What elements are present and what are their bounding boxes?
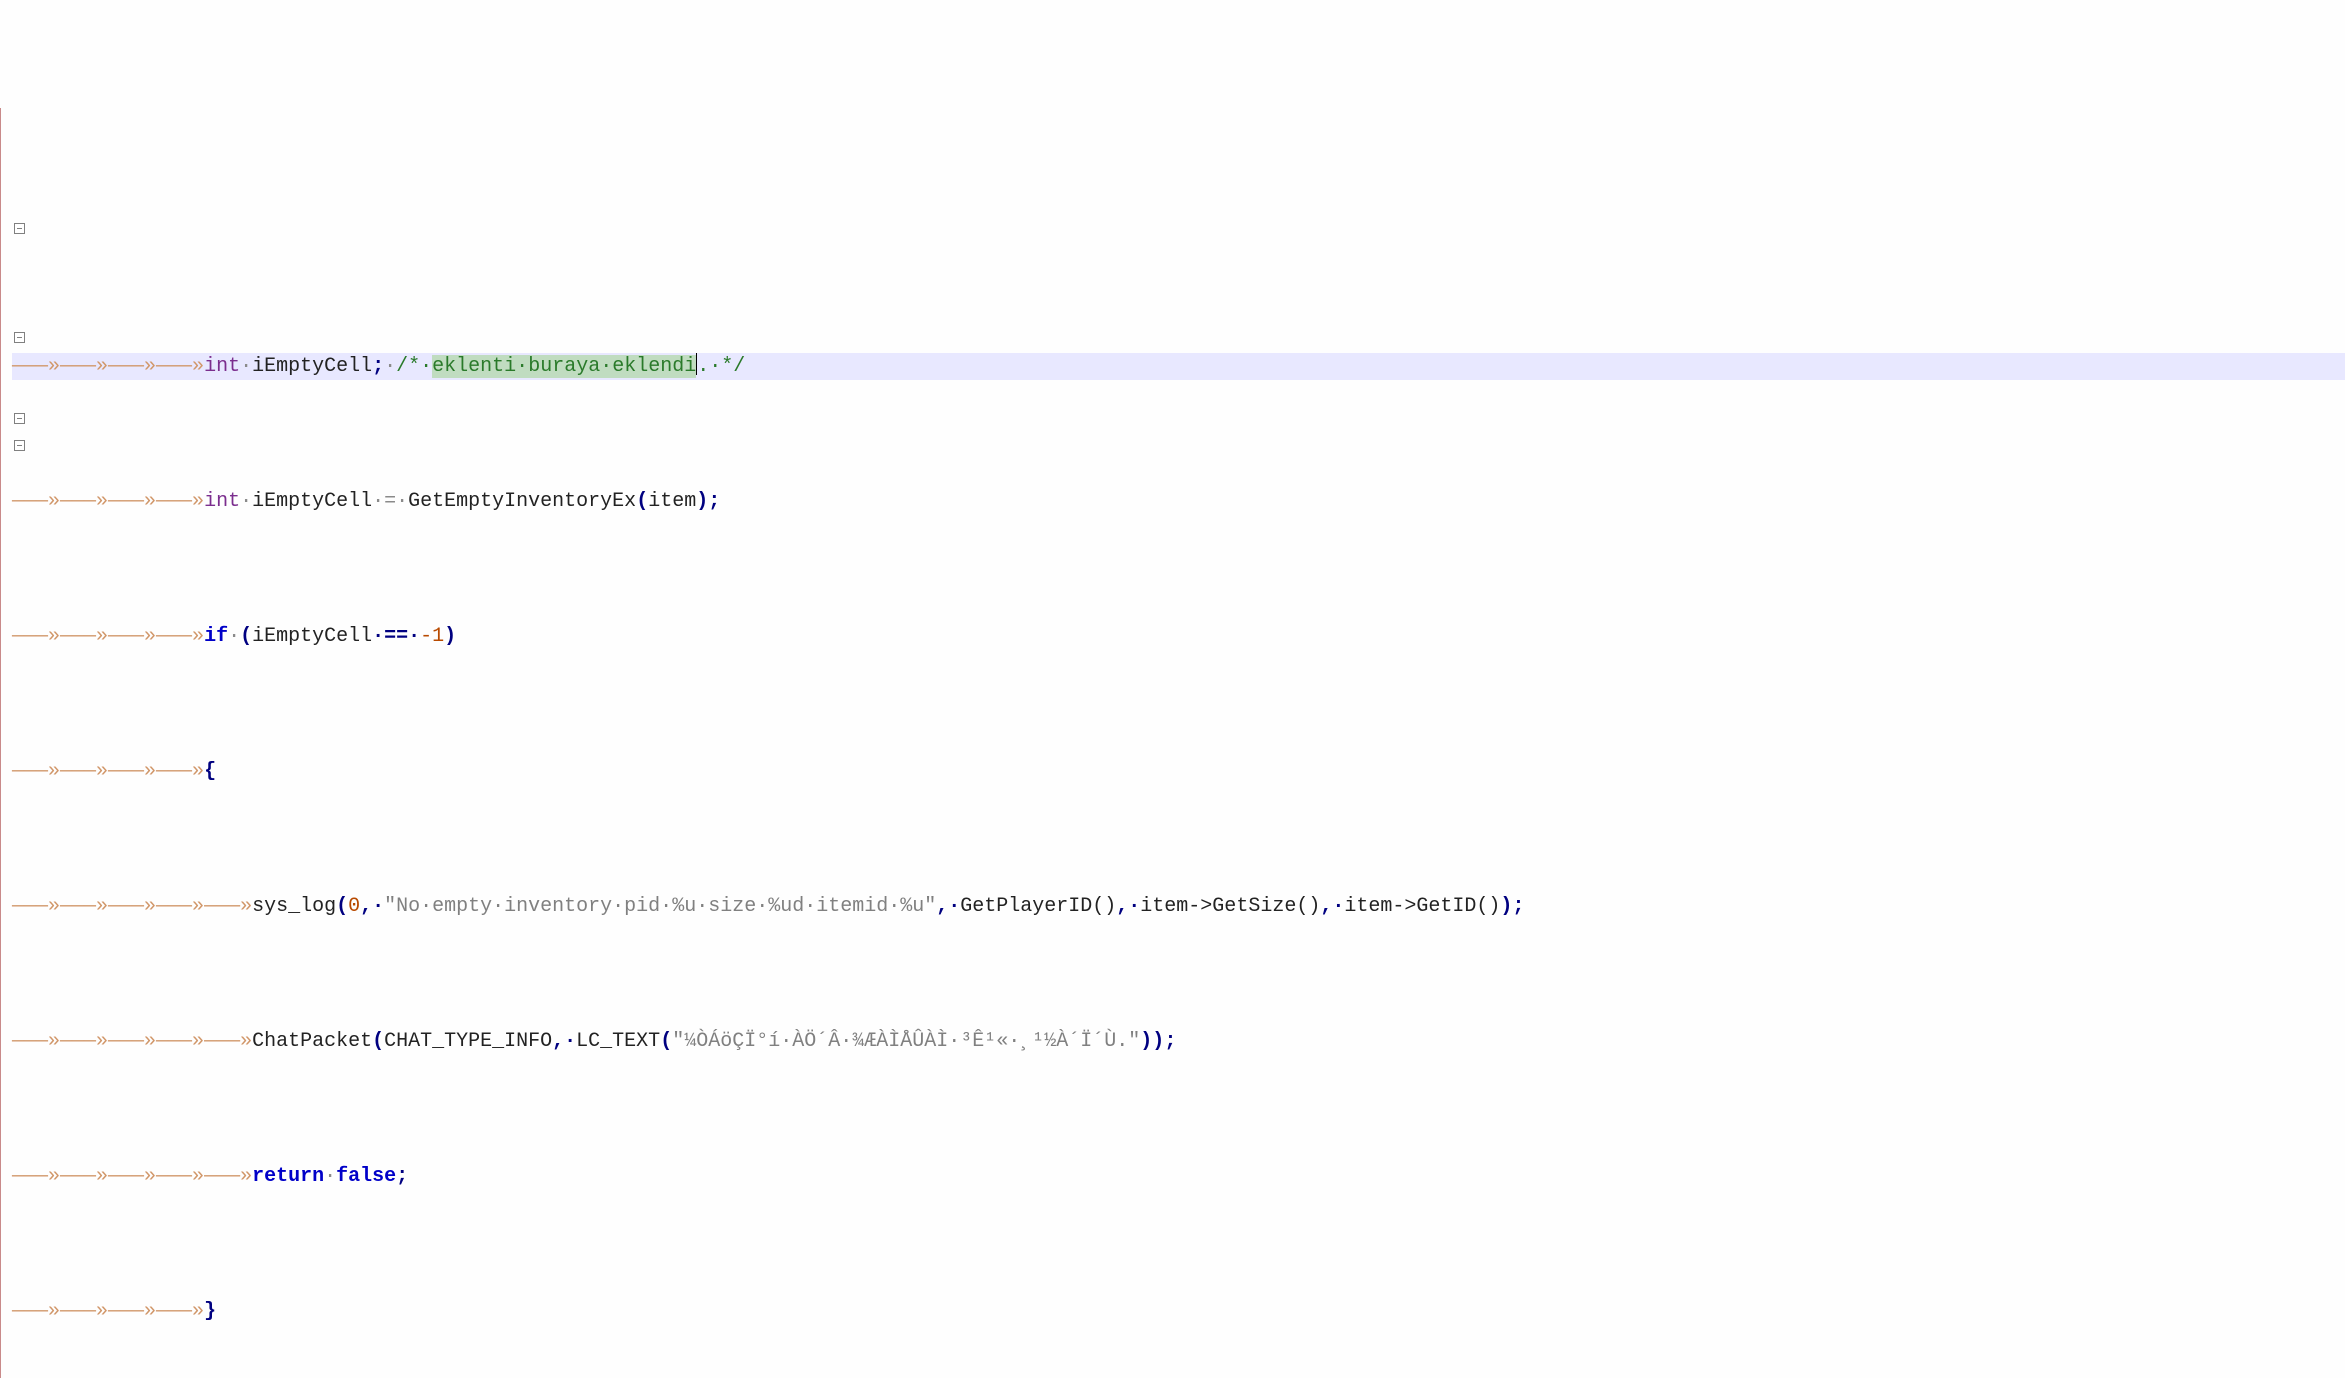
code-line[interactable]: ———»———»———»———»if·(iEmptyCell·==·-1) [12,623,2345,650]
code-line[interactable]: ———»———»———»———»int·iEmptyCell;·/*·eklen… [12,353,2345,380]
comment: /*·eklenti·buraya·eklendi.·*/ [396,355,745,378]
selection: eklenti·buraya·eklendi [432,355,696,378]
code-line[interactable]: ———»———»———»———»{ [12,758,2345,785]
fold-icon[interactable] [14,223,25,234]
string-literal: "¼ÒÁöÇÏ°í·ÀÖ´Â·¾ÆÀÌÅÛÀÌ·³Ê¹«·¸¹½À´Ï´Ù." [672,1030,1140,1053]
fold-icon[interactable] [14,440,25,451]
identifier: iEmptyCell [252,355,372,378]
code-editor[interactable]: ———»———»———»———»int·iEmptyCell;·/*·eklen… [0,108,2345,1378]
code-line[interactable]: ———»———»———»———»———»sys_log(0,·"No·empty… [12,893,2345,920]
fold-icon[interactable] [14,413,25,424]
type-keyword: int [204,355,240,378]
code-line[interactable]: ———»———»———»———»} [12,1298,2345,1325]
code-line[interactable]: ———»———»———»———»int·iEmptyCell·=·GetEmpt… [12,488,2345,515]
code-line[interactable]: ———»———»———»———»———»ChatPacket(CHAT_TYPE… [12,1028,2345,1055]
indent: ———»———»———»———» [12,355,204,378]
code-area[interactable]: ———»———»———»———»int·iEmptyCell;·/*·eklen… [12,245,2345,1378]
gutter [0,108,12,1378]
string-literal: "No·empty·inventory·pid·%u·size·%ud·item… [384,895,936,918]
code-line[interactable]: ———»———»———»———»———»return·false; [12,1163,2345,1190]
fold-icon[interactable] [14,332,25,343]
